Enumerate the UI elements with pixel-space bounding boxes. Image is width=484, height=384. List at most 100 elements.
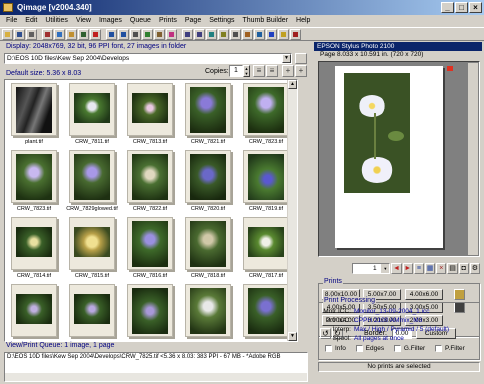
info-checkbox[interactable]: Info — [325, 345, 346, 352]
chevron-down-icon[interactable]: ▼ — [282, 54, 291, 63]
info-scrollbar[interactable] — [5, 373, 307, 381]
color-icon[interactable] — [166, 28, 177, 40]
menu-prints[interactable]: Prints — [155, 15, 181, 27]
cut-icon[interactable] — [42, 28, 53, 40]
page-size: Page 8.033 x 10.591 in. (720 x 720) — [320, 51, 424, 58]
thumbnail-item[interactable]: CRW_7816.tif — [124, 216, 182, 283]
prev-page-icon[interactable]: ◄ — [391, 262, 402, 274]
thumbnail-image — [16, 154, 52, 200]
crop-icon[interactable] — [130, 28, 141, 40]
thumbnail-item[interactable] — [8, 283, 66, 341]
print-page-icon[interactable]: ▤ — [447, 262, 458, 274]
copies-input[interactable]: 1 — [229, 65, 243, 77]
page-setup-icon[interactable] — [218, 28, 229, 40]
queue-list-icon[interactable]: ≡ — [253, 65, 265, 77]
settings-icon[interactable]: ⚙ — [469, 262, 481, 274]
printer-name[interactable]: EPSON Stylus Photo 2100 — [314, 42, 482, 51]
exit-icon[interactable] — [290, 28, 301, 40]
thumbnail-item[interactable]: CRW_7822.tif — [124, 149, 182, 216]
print-size-button[interactable]: 4.00x6.00 — [405, 289, 443, 300]
thumbnail-item[interactable]: CRW_7813.tif — [124, 82, 182, 149]
thumbnail-image — [190, 221, 226, 267]
rotate-right-icon[interactable] — [118, 28, 129, 40]
menu-queue[interactable]: Queue — [126, 15, 155, 27]
printer-setup-icon[interactable] — [230, 28, 241, 40]
info-icon[interactable] — [266, 28, 277, 40]
menu-images[interactable]: Images — [95, 15, 126, 27]
open-folder-icon[interactable] — [2, 28, 13, 40]
print-icon[interactable] — [26, 28, 37, 40]
delete-page-icon[interactable]: × — [436, 262, 447, 274]
thumbnail-item[interactable]: CRW_7811.tif — [66, 82, 124, 149]
menu-edit[interactable]: Edit — [21, 15, 41, 27]
scroll-up-icon[interactable]: ▲ — [288, 80, 297, 89]
filter-icon[interactable] — [254, 28, 265, 40]
print-photo[interactable] — [344, 73, 410, 193]
interp-value: Max / High / Pyramid / 5 (default) — [354, 326, 450, 333]
gfilter-checkbox[interactable]: G.Filter — [393, 345, 425, 352]
thumbnail-image — [248, 227, 284, 257]
thumbnail-item[interactable]: CRW_7814.tif — [8, 216, 66, 283]
grid-icon[interactable]: ▦ — [425, 262, 436, 274]
copies-label: Copies: — [205, 68, 229, 75]
pfilter-checkbox[interactable]: P.Filter — [435, 345, 465, 352]
preview-scrollbar[interactable] — [468, 63, 478, 255]
menu-view[interactable]: View — [72, 15, 95, 27]
queue-all-icon[interactable]: ≡ — [266, 65, 278, 77]
add-to-queue-icon[interactable]: + — [282, 65, 294, 77]
thumbnail-image — [132, 93, 168, 123]
thumbnail-item[interactable]: CRW_7815.tif — [66, 216, 124, 283]
sharpen-icon[interactable] — [154, 28, 165, 40]
menu-file[interactable]: File — [2, 15, 21, 27]
folder-path-select[interactable]: D:\EOS 10D files\Kew Sep 2004\Develops ▼ — [4, 53, 292, 64]
pfilter-checkbox-label: P.Filter — [445, 345, 465, 352]
thumbnail-item[interactable] — [66, 283, 124, 341]
open-size-icon[interactable] — [454, 289, 465, 300]
prints-label: Prints — [323, 278, 343, 285]
page-select[interactable]: 1 ▼ — [352, 262, 391, 274]
thumbnail-item[interactable]: CRW_7821.tif — [182, 82, 240, 149]
maximize-button[interactable]: □ — [455, 2, 468, 13]
menu-page[interactable]: Page — [181, 15, 205, 27]
edges-checkbox[interactable]: Edges — [355, 345, 384, 352]
monitor-icc-row[interactable]: Mntr ICC: Monitor_13-09-2004_1.icc — [323, 308, 429, 315]
help-icon[interactable] — [278, 28, 289, 40]
list-icon[interactable]: ≡ — [413, 262, 425, 274]
menu-utilities[interactable]: Utilities — [41, 15, 72, 27]
thumbnail-item[interactable] — [124, 283, 182, 341]
copies-spinner[interactable]: ▲ ▼ — [243, 65, 250, 77]
printer-icc-row[interactable]: Prtr ICC: CPPH 2100 AMmix_M3 — [323, 317, 423, 324]
crop-marker-icon[interactable] — [447, 66, 453, 71]
thumbnail-scrollbar[interactable]: ▲ ▼ — [287, 80, 297, 341]
add-multiple-icon[interactable]: + — [295, 65, 307, 77]
batch-icon[interactable] — [242, 28, 253, 40]
thumbnail-item[interactable]: CRW_7829glowed.tif — [66, 149, 124, 216]
spool-row[interactable]: Spool: All pages at once — [323, 335, 404, 342]
menu-settings[interactable]: Settings — [205, 15, 238, 27]
rotate-left-icon[interactable] — [106, 28, 117, 40]
menu-help[interactable]: Help — [292, 15, 314, 27]
menu-thumb-builder[interactable]: Thumb Builder — [239, 15, 293, 27]
close-button[interactable]: × — [469, 2, 482, 13]
next-page-icon[interactable]: ► — [402, 262, 413, 274]
thumbnail-item[interactable]: CRW_7823.tif — [8, 149, 66, 216]
delete-icon[interactable] — [90, 28, 101, 40]
scroll-down-icon[interactable]: ▼ — [288, 332, 297, 341]
zoom-icon[interactable] — [142, 28, 153, 40]
paste-icon[interactable] — [66, 28, 77, 40]
grid-view-icon[interactable] — [182, 28, 193, 40]
thumbnail-item[interactable]: CRW_7818.tif — [182, 216, 240, 283]
thumbnail-item[interactable]: CRW_7820.tif — [182, 149, 240, 216]
interp-row[interactable]: Interp: Max / High / Pyramid / 5 (default… — [323, 326, 449, 333]
copy-icon[interactable] — [54, 28, 65, 40]
thumbnail-item[interactable] — [182, 283, 240, 341]
list-view-icon[interactable] — [194, 28, 205, 40]
save-icon[interactable] — [14, 28, 25, 40]
browse-folder-icon[interactable] — [295, 53, 307, 64]
info-checkbox-label: Info — [335, 345, 346, 352]
minimize-button[interactable]: _ — [441, 2, 454, 13]
lock-icon[interactable]: ◘ — [458, 262, 469, 274]
queue-icon[interactable] — [206, 28, 217, 40]
undo-icon[interactable] — [78, 28, 89, 40]
thumbnail-item[interactable]: plant.tif — [8, 82, 66, 149]
